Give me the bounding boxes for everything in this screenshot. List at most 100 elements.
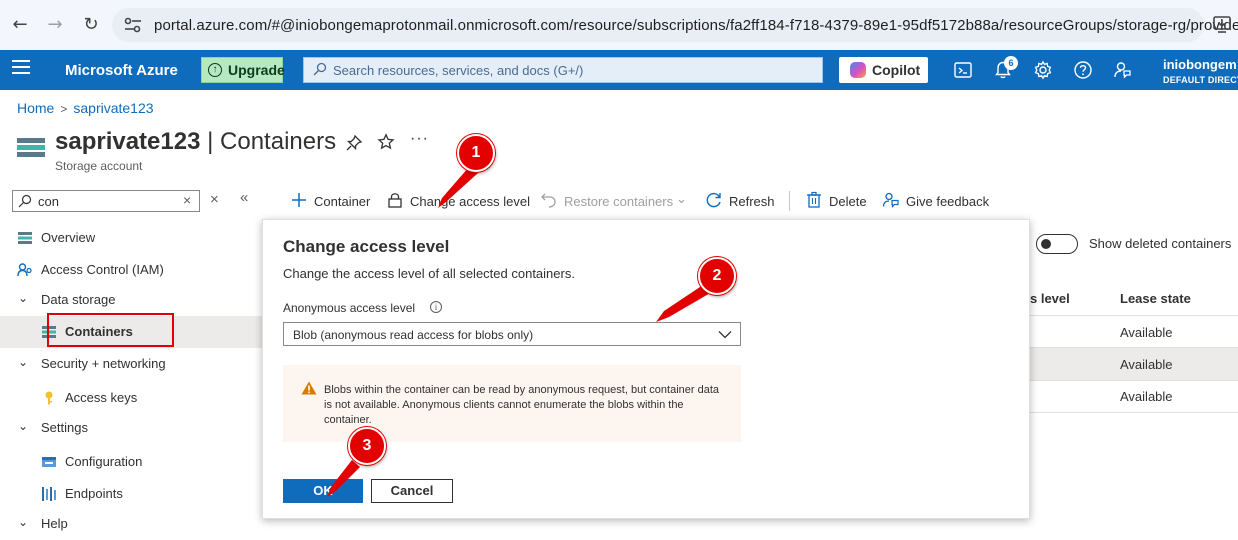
show-deleted-label: Show deleted containers — [1089, 236, 1232, 251]
show-deleted-toggle[interactable] — [1036, 234, 1078, 254]
access-level-dropdown[interactable]: Blob (anonymous read access for blobs on… — [283, 322, 741, 346]
annotation-marker-3: 3 — [348, 427, 386, 465]
plus-icon — [292, 193, 306, 207]
browser-toolbar: ← → ↻ portal.azure.com/#@iniobongemaprot… — [0, 0, 1238, 50]
page-title: saprivate123 | Containers — [55, 128, 336, 156]
sidebar-label: Access Control (IAM) — [41, 262, 164, 277]
column-header-lease-state[interactable]: Lease state — [1120, 291, 1191, 306]
clear-filter-icon[interactable]: × — [183, 192, 191, 208]
containers-highlight-box — [47, 313, 174, 347]
chevron-down-icon: ⌄ — [18, 515, 29, 529]
sidebar-item-endpoints[interactable]: Endpoints — [0, 478, 262, 510]
undo-icon — [541, 193, 556, 208]
lock-icon — [388, 193, 402, 208]
trash-icon — [807, 191, 821, 208]
sidebar-label: Help — [41, 516, 68, 531]
site-settings-icon[interactable] — [124, 17, 142, 33]
sidebar-item-configuration[interactable]: Configuration — [0, 446, 262, 478]
add-container-button[interactable]: Container — [290, 191, 375, 211]
collapse-menu-icon[interactable]: « — [240, 189, 248, 206]
change-access-level-dialog: Change access level Change the access le… — [262, 219, 1030, 519]
cancel-button[interactable]: Cancel — [371, 479, 453, 503]
url-text: portal.azure.com/#@iniobongemaprotonmail… — [154, 17, 1238, 34]
settings-gear-icon[interactable] — [1033, 60, 1053, 80]
info-icon[interactable]: i — [430, 301, 442, 313]
chevron-down-icon: ⌄ — [18, 355, 29, 369]
search-placeholder: Search resources, services, and docs (G+… — [333, 63, 584, 78]
forward-arrow-icon[interactable]: → — [43, 13, 67, 37]
address-bar[interactable]: portal.azure.com/#@iniobongemaprotonmail… — [112, 8, 1238, 42]
user-directory: DEFAULT DIRECT — [1163, 75, 1238, 85]
install-app-icon[interactable] — [1213, 16, 1233, 34]
toggle-knob — [1041, 239, 1051, 249]
refresh-button[interactable]: Refresh — [705, 191, 780, 211]
back-arrow-icon[interactable]: ← — [8, 13, 32, 37]
breadcrumb-current[interactable]: saprivate123 — [73, 100, 153, 116]
sidebar-label: Security + networking — [41, 356, 166, 371]
pin-icon[interactable] — [345, 134, 363, 152]
column-header-access-level[interactable]: s level — [1030, 291, 1070, 306]
give-feedback-button[interactable]: Give feedback — [882, 191, 992, 211]
resource-menu-filter-input[interactable]: con × — [12, 190, 200, 212]
breadcrumb-home[interactable]: Home — [17, 100, 54, 116]
storage-account-icon — [17, 138, 45, 162]
sidebar-item-overview[interactable]: Overview — [0, 222, 262, 254]
sidebar-label: Configuration — [65, 454, 143, 469]
sidebar-item-access-keys[interactable]: Access keys — [0, 382, 262, 414]
global-search-input[interactable]: Search resources, services, and docs (G+… — [303, 57, 823, 83]
help-icon[interactable] — [1073, 60, 1093, 80]
breadcrumb: Home > saprivate123 — [17, 100, 154, 116]
table-divider — [1028, 412, 1238, 413]
sidebar-group-help[interactable]: ⌄ Help — [0, 508, 262, 540]
cloud-shell-icon[interactable] — [953, 60, 973, 80]
search-icon — [18, 194, 32, 208]
toolbar-label: Restore containers — [564, 194, 674, 209]
brand-title[interactable]: Microsoft Azure — [65, 62, 178, 79]
table-divider — [1028, 315, 1238, 316]
close-filter-icon[interactable]: × — [210, 191, 219, 208]
lease-state-cell: Available — [1120, 389, 1173, 404]
feedback-icon — [882, 192, 899, 208]
chevron-down-icon — [718, 331, 732, 339]
table-divider — [1028, 347, 1238, 348]
sidebar-label: Data storage — [41, 292, 116, 307]
copilot-label: Copilot — [872, 62, 921, 78]
user-account-name[interactable]: iniobongem — [1163, 57, 1237, 72]
warning-message-bar: Blobs within the container can be read b… — [283, 365, 741, 442]
sidebar-label: Overview — [41, 230, 96, 245]
azure-header: Microsoft Azure ↑ Upgrade Search resourc… — [0, 50, 1238, 90]
portal-menu-icon[interactable] — [12, 60, 30, 78]
sidebar-group-security-networking[interactable]: ⌄ Security + networking — [0, 348, 262, 380]
sidebar-group-data-storage[interactable]: ⌄ Data storage — [0, 284, 262, 316]
access-level-selected-value: Blob (anonymous read access for blobs on… — [293, 328, 534, 342]
toolbar-label: Refresh — [729, 194, 775, 209]
upgrade-button[interactable]: ↑ Upgrade — [201, 57, 285, 83]
more-actions-icon[interactable]: ··· — [410, 130, 429, 148]
key-icon — [45, 391, 53, 405]
toolbar-divider — [789, 191, 790, 211]
copilot-icon — [850, 62, 866, 78]
chevron-down-icon: ⌄ — [676, 192, 687, 207]
annotation-marker-1: 1 — [457, 134, 495, 172]
warning-text: Blobs within the container can be read b… — [324, 384, 720, 426]
copilot-button[interactable]: Copilot — [839, 57, 928, 83]
toolbar-label: Give feedback — [906, 194, 990, 209]
feedback-icon[interactable] — [1113, 60, 1133, 80]
warning-icon — [301, 381, 317, 395]
sidebar-label: Settings — [41, 420, 88, 435]
sidebar-group-settings[interactable]: ⌄ Settings — [0, 412, 262, 444]
access-control-icon — [17, 263, 32, 277]
toolbar-label: Container — [314, 194, 371, 209]
change-access-level-button[interactable]: Change access level — [386, 191, 530, 211]
reload-icon[interactable]: ↻ — [79, 13, 103, 37]
delete-button[interactable]: Delete — [805, 191, 870, 211]
sidebar-label: Endpoints — [65, 486, 123, 501]
dialog-description: Change the access level of all selected … — [283, 266, 575, 281]
favorite-star-icon[interactable] — [377, 133, 395, 151]
ok-button[interactable]: OK — [283, 479, 363, 503]
sidebar-item-iam[interactable]: Access Control (IAM) — [0, 254, 262, 286]
restore-containers-button[interactable]: Restore containers ⌄ — [540, 191, 690, 211]
page-subtitle: Storage account — [55, 159, 143, 173]
upgrade-arrow-icon: ↑ — [208, 63, 222, 77]
overview-icon — [18, 232, 32, 244]
